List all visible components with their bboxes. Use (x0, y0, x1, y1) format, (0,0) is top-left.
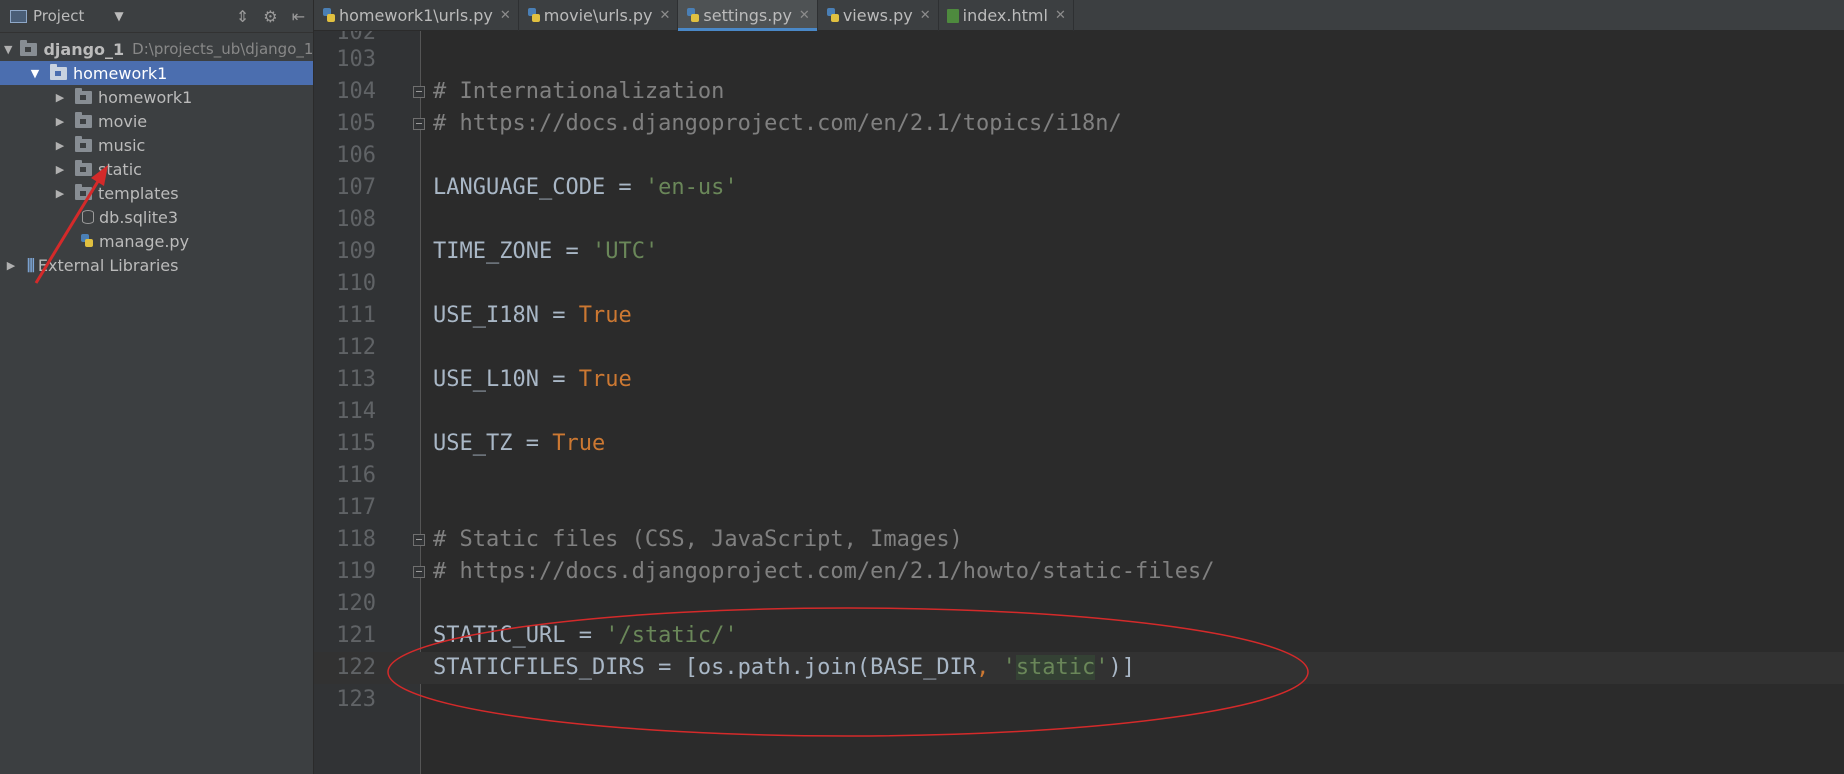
annotation-overlay (34, 165, 1309, 737)
annotation-ellipse (387, 607, 1309, 737)
annotation-arrowhead (91, 165, 108, 186)
ide-window: Project ▼ ⇕ ⚙ ⇤ ▼ django_1 D:\projects_u… (0, 0, 1844, 774)
annotation-arrow (34, 177, 102, 284)
